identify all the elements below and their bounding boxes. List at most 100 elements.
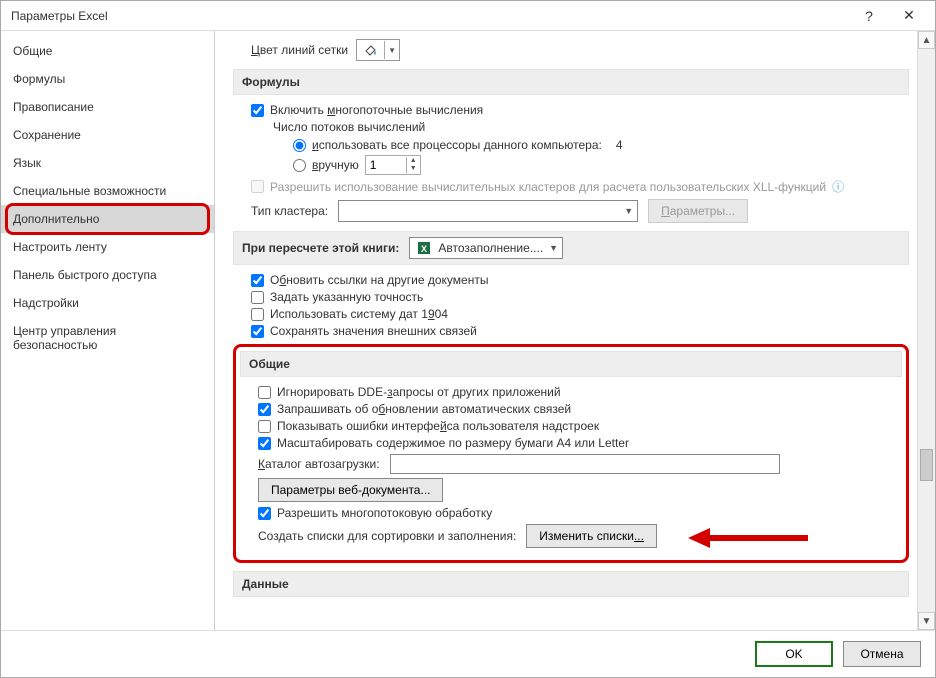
- ok-button[interactable]: OK: [755, 641, 833, 667]
- scroll-down-button[interactable]: ▼: [918, 612, 935, 630]
- info-icon[interactable]: ⓘ: [832, 178, 844, 195]
- manual-threads-label: вручную: [312, 158, 359, 172]
- dropdown-arrow-icon: ▼: [624, 206, 633, 216]
- excel-file-icon: X: [416, 240, 432, 256]
- gridline-color-label: Цвет линий сетки: [251, 43, 348, 57]
- allow-clusters-checkbox: [251, 180, 264, 193]
- show-addin-errors-checkbox[interactable]: [258, 420, 271, 433]
- ignore-dde-row: Игнорировать DDE-запросы от других прило…: [258, 385, 902, 399]
- dropdown-arrow-icon: ▼: [385, 46, 399, 55]
- sidebar-item-proofing[interactable]: Правописание: [1, 93, 214, 121]
- dialog-body: Общие Формулы Правописание Сохранение Яз…: [1, 31, 935, 630]
- close-button[interactable]: ✕: [889, 2, 929, 30]
- scroll-up-button[interactable]: ▲: [918, 31, 935, 49]
- allow-clusters-row: Разрешить использование вычислительных к…: [251, 178, 909, 195]
- section-recalc-label: При пересчете этой книги:: [242, 241, 399, 255]
- paint-bucket-icon: [357, 41, 385, 59]
- advanced-content: Цвет линий сетки ▼ Формулы Включить мног…: [215, 31, 917, 630]
- manual-threads-input[interactable]: [366, 158, 406, 172]
- sidebar-item-quick-access[interactable]: Панель быстрого доступа: [1, 261, 214, 289]
- edit-custom-lists-button[interactable]: Изменить списки...: [526, 524, 657, 548]
- cluster-type-label: Тип кластера:: [251, 204, 328, 218]
- ignore-dde-checkbox[interactable]: [258, 386, 271, 399]
- sidebar-item-trust-center[interactable]: Центр управления безопасностью: [1, 317, 214, 359]
- spin-down-icon[interactable]: ▼: [407, 165, 420, 173]
- multithread-processing-label: Разрешить многопотоковую обработку: [277, 506, 492, 520]
- save-external-checkbox[interactable]: [251, 325, 264, 338]
- sidebar-item-formulas[interactable]: Формулы: [1, 65, 214, 93]
- scale-a4-checkbox[interactable]: [258, 437, 271, 450]
- general-section-highlight: Общие Игнорировать DDE-запросы от других…: [233, 344, 909, 563]
- cancel-button[interactable]: Отмена: [843, 641, 921, 667]
- sidebar-item-save[interactable]: Сохранение: [1, 121, 214, 149]
- allow-clusters-label: Разрешить использование вычислительных к…: [270, 180, 826, 194]
- date-1904-row: Использовать систему дат 1904: [251, 307, 909, 321]
- manual-threads-radio[interactable]: [293, 159, 306, 172]
- custom-lists-label: Создать списки для сортировки и заполнен…: [258, 529, 516, 543]
- set-precision-checkbox[interactable]: [251, 291, 264, 304]
- dialog-title: Параметры Excel: [11, 9, 849, 23]
- autoload-dir-row: Каталог автозагрузки:: [258, 454, 902, 474]
- show-addin-errors-label: Показывать ошибки интерфейса пользовател…: [277, 419, 599, 433]
- date-1904-label: Использовать систему дат 1904: [270, 307, 448, 321]
- cluster-type-row: Тип кластера: ▼ Параметры...: [251, 199, 909, 223]
- spin-up-icon[interactable]: ▲: [407, 157, 420, 165]
- section-recalc: При пересчете этой книги: X Автозаполнен…: [233, 231, 909, 265]
- gridline-color-picker[interactable]: ▼: [356, 39, 400, 61]
- titlebar: Параметры Excel ? ✕: [1, 1, 935, 31]
- ignore-dde-label: Игнорировать DDE-запросы от других прило…: [277, 385, 561, 399]
- content-wrap: Цвет линий сетки ▼ Формулы Включить мног…: [215, 31, 935, 630]
- manual-threads-spinner[interactable]: ▲▼: [365, 155, 421, 175]
- date-1904-checkbox[interactable]: [251, 308, 264, 321]
- excel-options-dialog: Параметры Excel ? ✕ Общие Формулы Правоп…: [0, 0, 936, 678]
- enable-multithread-calc-label: Включить многопоточные вычисления: [270, 103, 483, 117]
- gridline-color-row: Цвет линий сетки ▼: [251, 39, 909, 61]
- multithread-processing-row: Разрешить многопотоковую обработку: [258, 506, 902, 520]
- sidebar-item-customize-ribbon[interactable]: Настроить ленту: [1, 233, 214, 261]
- cluster-params-button: Параметры...: [648, 199, 748, 223]
- scroll-thumb[interactable]: [920, 449, 933, 481]
- vertical-scrollbar[interactable]: ▲ ▼: [917, 31, 935, 630]
- thread-count-label: Число потоков вычислений: [273, 120, 909, 134]
- svg-text:X: X: [421, 244, 427, 254]
- set-precision-row: Задать указанную точность: [251, 290, 909, 304]
- save-external-row: Сохранять значения внешних связей: [251, 324, 909, 338]
- processor-count-value: 4: [616, 138, 623, 152]
- use-all-processors-label: использовать все процессоры данного комп…: [312, 138, 602, 152]
- help-button[interactable]: ?: [849, 2, 889, 30]
- enable-multithread-calc-row: Включить многопоточные вычисления: [251, 103, 909, 117]
- enable-multithread-calc-checkbox[interactable]: [251, 104, 264, 117]
- web-doc-params-button[interactable]: Параметры веб-документа...: [258, 478, 443, 502]
- show-addin-errors-row: Показывать ошибки интерфейса пользовател…: [258, 419, 902, 433]
- section-general: Общие: [240, 351, 902, 377]
- ask-update-links-row: Запрашивать об обновлении автоматических…: [258, 402, 902, 416]
- autoload-dir-input[interactable]: [390, 454, 780, 474]
- manual-threads-row: вручную ▲▼: [293, 155, 909, 175]
- sidebar-item-accessibility[interactable]: Специальные возможности: [1, 177, 214, 205]
- sidebar-item-language[interactable]: Язык: [1, 149, 214, 177]
- cluster-type-dropdown[interactable]: ▼: [338, 200, 638, 222]
- set-precision-label: Задать указанную точность: [270, 290, 423, 304]
- dialog-footer: OK Отмена: [1, 630, 935, 677]
- scale-a4-row: Масштабировать содержимое по размеру бум…: [258, 436, 902, 450]
- sidebar-item-addins[interactable]: Надстройки: [1, 289, 214, 317]
- ask-update-links-checkbox[interactable]: [258, 403, 271, 416]
- web-doc-params-row: Параметры веб-документа...: [258, 478, 902, 502]
- update-links-checkbox[interactable]: [251, 274, 264, 287]
- save-external-label: Сохранять значения внешних связей: [270, 324, 477, 338]
- autoload-dir-label: Каталог автозагрузки:: [258, 457, 380, 471]
- custom-lists-row: Создать списки для сортировки и заполнен…: [258, 524, 902, 548]
- scale-a4-label: Масштабировать содержимое по размеру бум…: [277, 436, 629, 450]
- workbook-name: Автозаполнение....: [438, 241, 543, 255]
- ask-update-links-label: Запрашивать об обновлении автоматических…: [277, 402, 571, 416]
- update-links-label: Обновить ссылки на другие документы: [270, 273, 488, 287]
- update-links-row: Обновить ссылки на другие документы: [251, 273, 909, 287]
- sidebar-item-general[interactable]: Общие: [1, 37, 214, 65]
- multithread-processing-checkbox[interactable]: [258, 507, 271, 520]
- use-all-processors-row: использовать все процессоры данного комп…: [293, 138, 909, 152]
- use-all-processors-radio[interactable]: [293, 139, 306, 152]
- sidebar-item-advanced[interactable]: Дополнительно: [1, 205, 214, 233]
- dropdown-arrow-icon: ▼: [549, 243, 558, 253]
- annotation-arrow-icon: [688, 526, 808, 550]
- workbook-dropdown[interactable]: X Автозаполнение.... ▼: [409, 237, 563, 259]
